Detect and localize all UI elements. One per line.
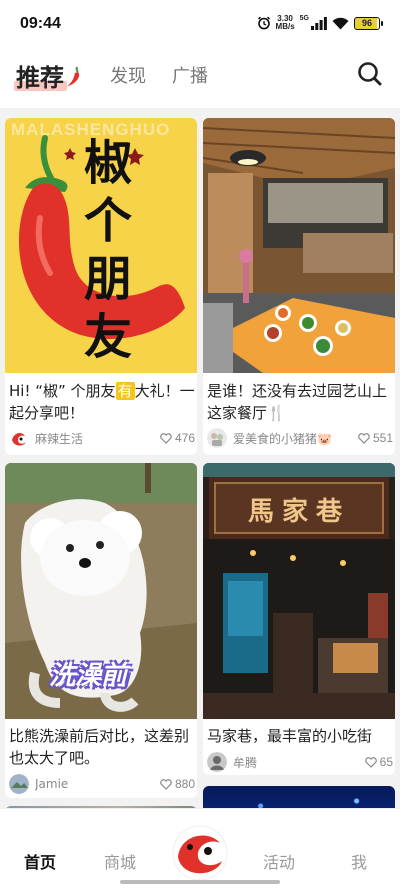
nav-home[interactable]: 首页 <box>24 849 56 873</box>
like-count: 551 <box>372 431 393 445</box>
like-button[interactable]: 65 <box>364 755 393 769</box>
network-type: 5G <box>299 14 309 22</box>
avatar[interactable] <box>207 752 227 772</box>
card-image: 馬家巷 <box>203 463 395 719</box>
wifi-icon <box>332 17 349 29</box>
status-time: 09:44 <box>20 15 61 32</box>
feed-card[interactable]: 洗澡前 比熊洗澡前后对比，这差别也太大了吧。 Jamie 880 <box>5 463 197 798</box>
heart-icon <box>160 778 172 790</box>
card-meta: 麻辣生活 476 <box>9 428 195 448</box>
author-name[interactable]: 麻辣生活 <box>35 430 160 447</box>
image-sign: 馬家巷 <box>247 497 350 527</box>
card-title: Hi! “椒” 个朋友有大礼！一起分享吧！ <box>9 380 195 424</box>
image-word: 椒 <box>83 135 132 191</box>
battery-level: 96 <box>361 18 372 28</box>
feed-card[interactable]: 馬家巷 马家巷，最丰富的小吃街 牟腾 65 <box>203 463 395 775</box>
like-button[interactable]: 880 <box>160 777 195 791</box>
card-image: MALASHENGHUO 椒 个 朋 友 <box>5 118 197 373</box>
like-button[interactable]: 551 <box>358 431 393 445</box>
status-bar: 09:44 3.30 MB/s 5G 96 <box>0 0 400 44</box>
like-count: 880 <box>174 777 195 791</box>
image-word: 朋 <box>83 251 132 307</box>
avatar[interactable] <box>9 428 29 448</box>
card-title: 是谁！还没有去过园艺山上这家餐厅🍴 <box>207 382 388 422</box>
card-meta: Jamie 880 <box>9 774 195 794</box>
image-word: 个 <box>83 193 132 249</box>
status-icons: 3.30 MB/s 5G 96 <box>257 14 383 32</box>
tab-broadcast[interactable]: 广播 <box>172 62 208 88</box>
heart-icon <box>160 432 172 444</box>
feed-card[interactable]: MALASHENGHUO 椒 个 朋 友 Hi! “椒” 个朋友有大礼！一起分享… <box>5 118 197 455</box>
author-name[interactable]: 爱美食的小猪猪🐷 <box>233 430 358 447</box>
image-caption: 洗澡前 <box>49 661 128 691</box>
avatar[interactable] <box>207 428 227 448</box>
image-word: 友 <box>83 309 132 365</box>
image-headline: 椒 个 朋 友 <box>78 134 138 366</box>
nav-me[interactable]: 我 <box>351 849 367 873</box>
chili-pepper-icon <box>67 66 80 86</box>
title-text: Hi! “椒” 个朋友 <box>9 382 116 400</box>
title-highlight: 有 <box>115 382 135 400</box>
create-post-icon[interactable] <box>168 821 232 881</box>
nav-mall[interactable]: 商城 <box>104 849 136 873</box>
battery-icon: 96 <box>354 16 383 30</box>
card-meta: 牟腾 65 <box>207 752 393 772</box>
heart-icon <box>358 432 370 444</box>
home-indicator[interactable] <box>120 880 280 884</box>
feed[interactable]: MALASHENGHUO 椒 个 朋 友 Hi! “椒” 个朋友有大礼！一起分享… <box>0 108 400 836</box>
like-button[interactable]: 476 <box>160 431 195 445</box>
card-image: 洗澡前 <box>5 463 197 719</box>
top-tab-bar: 推荐 发现 广播 <box>0 44 400 108</box>
heart-icon <box>364 756 377 768</box>
bottom-nav: 首页 商城 活动 我 <box>0 808 400 889</box>
restaurant-photo <box>203 118 395 373</box>
tab-discover[interactable]: 发现 <box>110 62 146 88</box>
tab-recommend-label: 推荐 <box>16 64 64 92</box>
signal-icon <box>311 16 327 30</box>
nav-activity[interactable]: 活动 <box>263 849 295 873</box>
card-image <box>203 118 395 373</box>
card-title: 比熊洗澡前后对比，这差别也太大了吧。 <box>9 727 190 767</box>
author-name[interactable]: 牟腾 <box>233 754 365 771</box>
search-icon[interactable] <box>356 60 384 88</box>
like-count: 476 <box>174 431 195 445</box>
avatar[interactable] <box>9 774 29 794</box>
author-name[interactable]: Jamie <box>35 777 160 791</box>
card-meta: 爱美食的小猪猪🐷 551 <box>207 428 393 448</box>
like-count: 65 <box>379 755 393 769</box>
tab-recommend[interactable]: 推荐 <box>14 58 83 93</box>
card-title: 马家巷，最丰富的小吃街 <box>207 727 373 745</box>
alarm-icon <box>257 16 270 30</box>
network-speed: 3.30 MB/s <box>276 15 295 31</box>
feed-card[interactable]: 是谁！还没有去过园艺山上这家餐厅🍴 爱美食的小猪猪🐷 551 <box>203 118 395 455</box>
speed-unit: MB/s <box>275 22 295 31</box>
